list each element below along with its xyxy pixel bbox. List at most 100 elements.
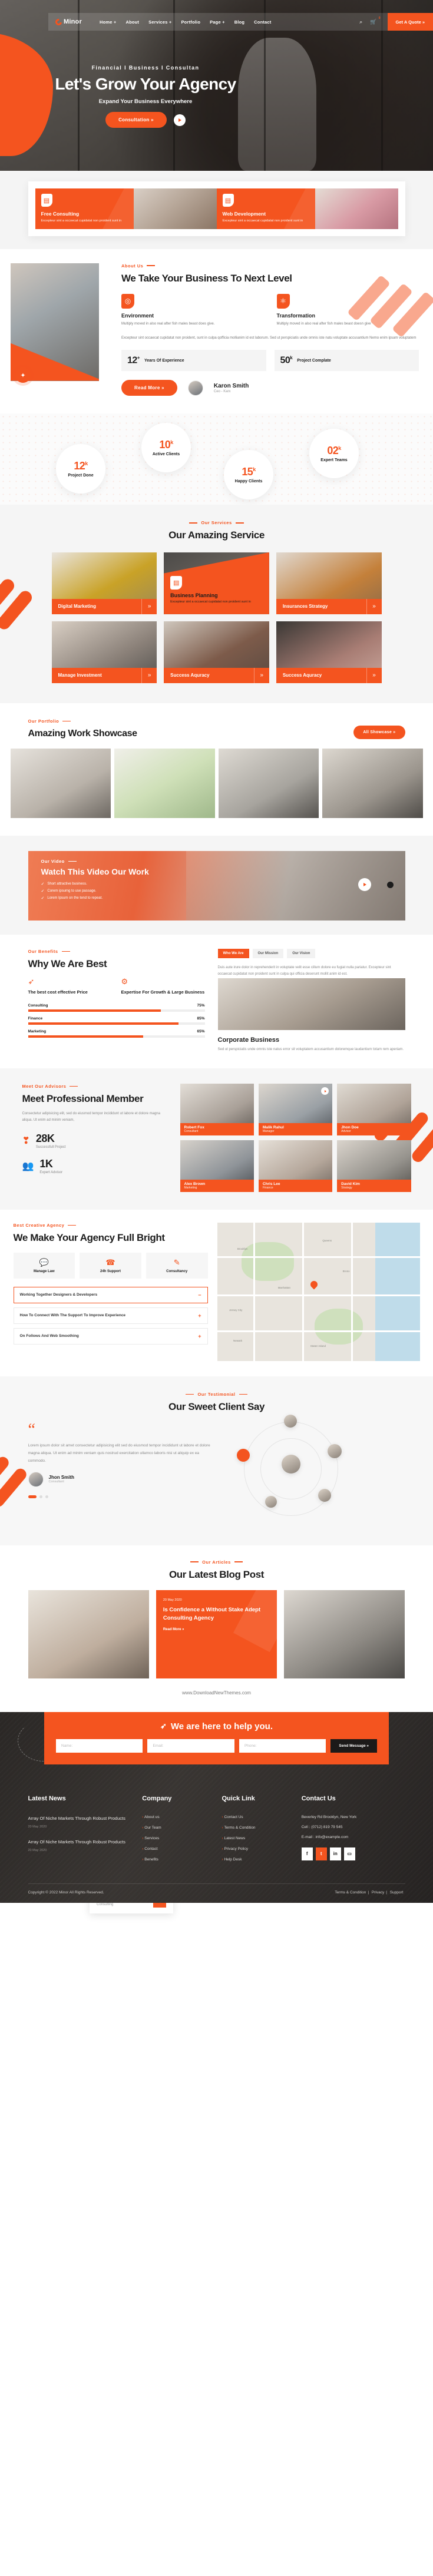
service-card-insurances-strategy[interactable]: Insurances Strategy » [276,552,382,614]
cart-icon[interactable]: 🛒 0 [370,16,380,25]
strip-item-web-development[interactable]: ▤ Web Development Excepteur sint a occae… [216,188,398,229]
service-card-success-aquracy-1[interactable]: Success Aquracy » [164,621,269,683]
nav-item-about[interactable]: About [125,19,139,25]
email-input[interactable] [147,1739,234,1753]
arrow-right-icon[interactable]: » [366,598,382,614]
blog-card-featured[interactable]: 20 May 2020 Is Confidence a Without Stak… [156,1590,277,1678]
nav-item-blog[interactable]: Blog [234,19,244,25]
arrow-right-icon[interactable]: » [366,667,382,683]
nav-item-page[interactable]: Page + [210,19,225,25]
play-icon[interactable] [358,878,371,891]
map-park [314,1308,363,1345]
accordion-item-1[interactable]: Working Together Designers & Developers … [13,1286,208,1303]
get-a-quote-button[interactable]: Get A Quote » [387,13,433,31]
footer-link-help-desk[interactable]: Help Desk [222,1857,291,1862]
team-member[interactable]: Jhon Doe Advisor [337,1084,411,1136]
arrow-right-icon[interactable]: » [141,667,157,683]
footer-link-benefits[interactable]: Benefits [142,1857,211,1862]
video-item-text: Corem ipsumg to use passage. [47,889,97,893]
footer-link-about-us[interactable]: About us [142,1815,211,1819]
nav-item-portfolio[interactable]: Portfolio [181,19,200,25]
footer-news-item[interactable]: Array Of Niche Markets Through Robust Pr… [28,1839,132,1852]
minus-icon[interactable]: − [198,1292,201,1298]
brand-logo[interactable]: Minor [54,17,82,27]
orbit-avatar[interactable] [281,1454,300,1474]
dash-icon [190,1561,199,1562]
pagination-dot[interactable] [39,1495,42,1498]
orbit-avatar[interactable] [327,1443,342,1458]
arrow-right-icon[interactable]: » [253,667,269,683]
search-icon[interactable]: ⌕ [359,19,362,25]
team-member[interactable]: Robert Fox Consultant [180,1084,254,1136]
facebook-icon[interactable]: f [301,1847,313,1860]
tab-who-we-are[interactable]: Who We Are [217,949,249,958]
play-icon[interactable] [321,1087,329,1095]
consultation-button[interactable]: Consultation » [105,112,167,128]
pagination-dot-active[interactable] [28,1495,37,1498]
benefits-image [217,978,405,1030]
location-map[interactable]: Brooklyn Queens Manhattan Jersey City Ne… [217,1223,420,1362]
team-member[interactable]: Malik Rahul Manager [258,1084,333,1136]
play-icon[interactable] [173,114,186,126]
footer-link-privacy-policy[interactable]: Privacy Policy [222,1847,291,1851]
all-showcase-button[interactable]: All Showcase » [353,726,405,739]
portfolio-item[interactable] [218,749,319,818]
accordion-item-3[interactable]: On Follows And Web Smoothing + [13,1327,208,1345]
testimonial-pagination[interactable] [28,1495,217,1498]
orbit-avatar-active[interactable] [236,1448,250,1462]
nav-item-services[interactable]: Services + [148,19,171,25]
plus-icon[interactable]: + [198,1313,201,1319]
arrow-right-icon[interactable]: » [141,598,157,614]
footer-bottom-links: Terms & Condition | Privacy | Support [335,1890,404,1895]
team-member[interactable]: David Kim Strategy [337,1140,411,1193]
footer-link-latest-news[interactable]: Latest News [222,1836,291,1840]
footer-link-services[interactable]: Services [142,1836,211,1840]
twitter-icon[interactable]: t [315,1847,327,1860]
blog-card[interactable] [284,1590,405,1678]
faq-left: Best Creative Agency We Make Your Agency… [13,1223,208,1361]
nav-item-home[interactable]: Home + [100,19,117,25]
footer-bottom-privacy[interactable]: Privacy [372,1890,384,1895]
badge-24h-support[interactable]: ☎ 24h Support [80,1252,141,1279]
nav-item-contact[interactable]: Contact [254,19,271,25]
footer-news-item[interactable]: Array Of Niche Markets Through Robust Pr… [28,1815,132,1829]
orbit-avatar[interactable] [318,1488,331,1502]
service-card-digital-marketing[interactable]: Digital Marketing » [51,552,157,614]
youtube-icon[interactable]: ▭ [343,1847,355,1860]
tab-our-vision[interactable]: Our Vision [287,949,316,958]
benefits-eyebrow-text: Our Benefits [28,949,58,954]
linkedin-icon[interactable]: in [329,1847,341,1860]
orbit-avatar[interactable] [265,1495,277,1508]
badge-manage-law[interactable]: 💬 Manage Law [13,1252,75,1279]
orbit-avatar[interactable] [283,1414,297,1428]
portfolio-item[interactable] [10,749,111,818]
phone-input[interactable] [239,1739,326,1753]
footer-link-our-team[interactable]: Our Team [142,1826,211,1830]
service-card-manage-investment[interactable]: Manage Investment » [51,621,157,683]
portfolio-item[interactable] [114,749,215,818]
footer-link-terms[interactable]: Terms & Condition [222,1826,291,1830]
service-card-business-planning[interactable]: ▤ Business Planning Excepteur sint a occ… [164,552,269,614]
about-paragraph: Excepteur sint occaecat cupidatat non pr… [121,336,417,340]
pagination-dot[interactable] [45,1495,48,1498]
footer-link-contact[interactable]: Contact [142,1847,211,1851]
badge-consultancy[interactable]: ✎ Consultancy [146,1252,208,1279]
send-message-button[interactable]: Send Message » [330,1739,377,1753]
strip-item-free-consulting[interactable]: ▤ Free Consulting Excepteur sint a occoe… [35,188,217,229]
team-member[interactable]: Chris Lee Finance [258,1140,333,1193]
portfolio-item[interactable] [322,749,423,818]
blog-card[interactable] [28,1590,149,1678]
dash-icon [70,1085,78,1087]
service-card-success-aquracy-2[interactable]: Success Aquracy » [276,621,382,683]
footer-link-contact-us[interactable]: Contact Us [222,1815,291,1819]
footer-bottom-terms[interactable]: Terms & Condition [335,1890,366,1895]
hero-section: Minor Home + About Services + Portfolio … [0,0,433,171]
accordion-item-2[interactable]: How To Connect With The Support To Impro… [13,1307,208,1324]
footer-bottom-support[interactable]: Support [390,1890,404,1895]
tab-our-mission[interactable]: Our Mission [252,949,284,958]
plus-icon[interactable]: + [198,1333,201,1339]
blog-read-more-link[interactable]: Read More » [163,1628,270,1631]
read-more-button[interactable]: Read More » [121,380,177,396]
name-input[interactable] [56,1739,143,1753]
team-member[interactable]: Alex Brown Marketing [180,1140,254,1193]
